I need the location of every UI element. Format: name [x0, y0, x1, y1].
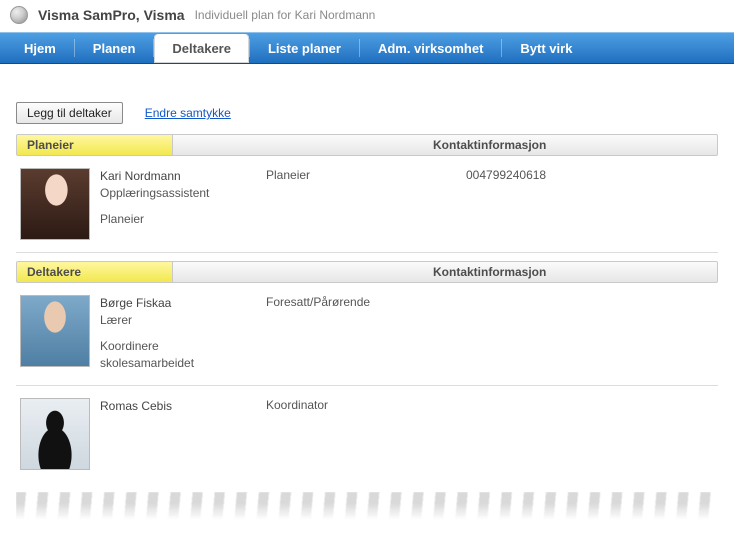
nav-plan[interactable]: Planen: [75, 33, 154, 63]
participant-note: Koordinere skolesamarbeidet: [100, 338, 256, 373]
nav-list-plans[interactable]: Liste planer: [250, 33, 359, 63]
nav-admin[interactable]: Adm. virksomhet: [360, 33, 501, 63]
nav-switch-org[interactable]: Bytt virk: [502, 33, 590, 63]
avatar: [20, 295, 90, 367]
owner-contact-header: Kontaktinformasjon: [433, 135, 717, 155]
participant-name: Romas Cebis: [100, 398, 256, 415]
nav-home[interactable]: Hjem: [6, 33, 74, 63]
app-subtitle: Individuell plan for Kari Nordmann: [195, 8, 376, 22]
nav-participants[interactable]: Deltakere: [154, 34, 249, 63]
participant-title: Lærer: [100, 312, 256, 329]
app-logo-icon: [10, 6, 28, 24]
participants-contact-header: Kontaktinformasjon: [433, 262, 717, 282]
owner-row[interactable]: Kari Nordmann Opplæringsassistent Planei…: [16, 156, 718, 253]
change-consent-link[interactable]: Endre samtykke: [145, 106, 231, 120]
toolbar: Legg til deltaker Endre samtykke: [16, 102, 718, 124]
participants-section-header: Deltakere Kontaktinformasjon: [16, 261, 718, 283]
participant-role: Koordinator: [266, 398, 456, 470]
main-nav: Hjem Planen Deltakere Liste planer Adm. …: [0, 32, 734, 64]
owner-title: Opplæringsassistent: [100, 185, 256, 202]
participant-person: Børge Fiskaa Lærer Koordinere skolesamar…: [100, 295, 256, 373]
participant-person: Romas Cebis: [100, 398, 256, 470]
owner-contact: 004799240618: [466, 168, 712, 240]
add-participant-button[interactable]: Legg til deltaker: [16, 102, 123, 124]
participant-role: Foresatt/Pårørende: [266, 295, 456, 373]
participant-row[interactable]: Romas Cebis Koordinator: [16, 386, 718, 482]
participant-name: Børge Fiskaa: [100, 295, 256, 312]
participant-contact: [466, 398, 712, 470]
content-area: Legg til deltaker Endre samtykke Planeie…: [0, 64, 734, 520]
owner-role: Planeier: [266, 168, 456, 240]
owner-section-title: Planeier: [17, 135, 173, 155]
participants-section-title: Deltakere: [17, 262, 173, 282]
header-bar: Visma SamPro, Visma Individuell plan for…: [0, 0, 734, 32]
owner-name: Kari Nordmann: [100, 168, 256, 185]
torn-edge-decoration: [16, 492, 718, 520]
avatar: [20, 398, 90, 470]
owner-note: Planeier: [100, 211, 256, 228]
participant-row[interactable]: Børge Fiskaa Lærer Koordinere skolesamar…: [16, 283, 718, 386]
owner-section-header: Planeier Kontaktinformasjon: [16, 134, 718, 156]
app-title: Visma SamPro, Visma: [38, 7, 185, 23]
avatar: [20, 168, 90, 240]
participant-contact: [466, 295, 712, 373]
owner-person: Kari Nordmann Opplæringsassistent Planei…: [100, 168, 256, 240]
